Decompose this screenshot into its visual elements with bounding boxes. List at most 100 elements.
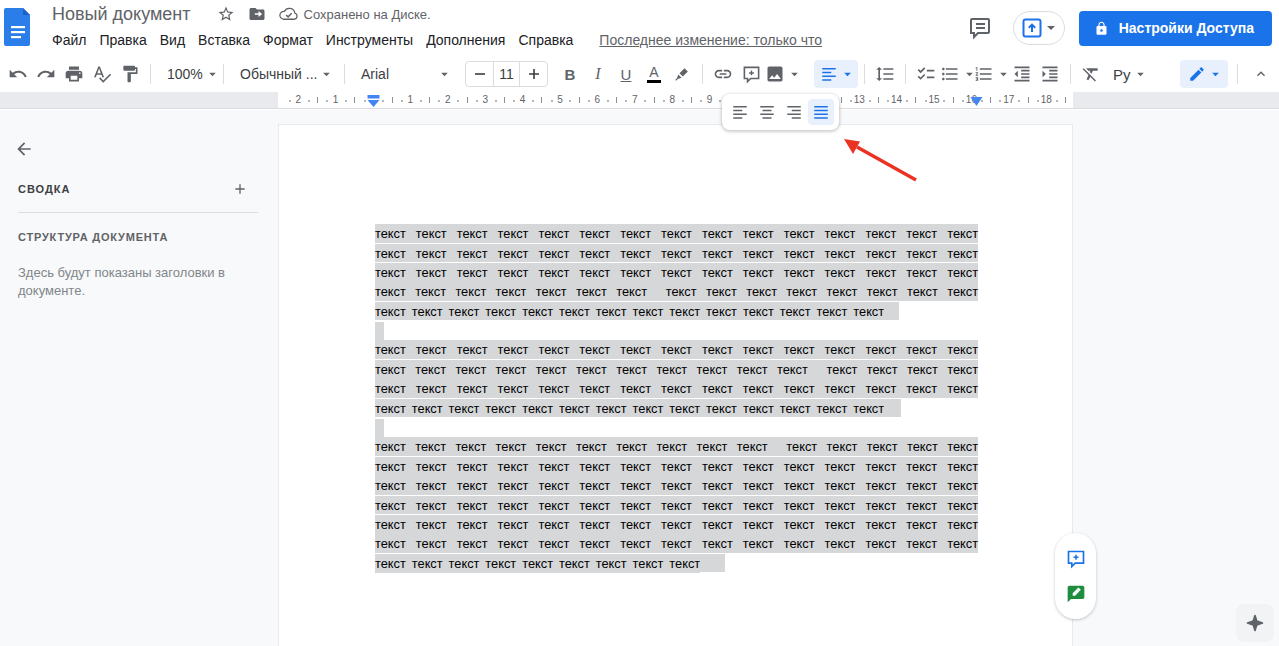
ruler-number: 13 [854, 94, 865, 105]
ruler-dot [962, 100, 964, 102]
increase-indent-button[interactable] [1036, 60, 1064, 88]
print-button[interactable] [60, 60, 88, 88]
menu-addons[interactable]: Дополнения [426, 32, 505, 48]
left-indent-marker[interactable] [366, 95, 381, 108]
underline-button[interactable]: U [612, 60, 640, 88]
saved-status[interactable]: Сохранено на Диске. [279, 7, 431, 22]
close-outline-button[interactable] [14, 139, 34, 163]
ruler-tick [878, 97, 879, 103]
document-line: текст текст текст текст текст текст текс… [375, 476, 978, 495]
bold-button[interactable]: B [556, 60, 584, 88]
ruler-tick [354, 97, 355, 103]
chevron-down-icon [208, 72, 217, 77]
bulleted-list-button[interactable] [940, 60, 974, 88]
alignment-dropdown [722, 94, 839, 130]
zoom-value: 100% [167, 66, 203, 82]
font-value: Arial [361, 66, 389, 82]
menu-format[interactable]: Формат [263, 32, 313, 48]
document-line: текст текст текст текст текст текст текс… [375, 457, 978, 476]
numbered-list-button[interactable] [974, 60, 1008, 88]
add-summary-button[interactable] [232, 181, 248, 197]
document-line: текст текст текст текст текст текст текс… [375, 243, 978, 262]
undo-button[interactable] [4, 60, 32, 88]
ruler[interactable]: 21123456789101112131415161718 [0, 92, 1279, 109]
ruler-dot [663, 100, 665, 102]
document-title[interactable]: Новый документ [52, 4, 191, 25]
menu-file[interactable]: Файл [52, 32, 86, 48]
ruler-number: 9 [707, 94, 713, 105]
add-comment-float-button[interactable] [1066, 549, 1086, 569]
ruler-dot [850, 100, 852, 102]
ruler-dot [326, 100, 328, 102]
insert-link-button[interactable] [709, 60, 737, 88]
font-select[interactable]: Arial [351, 60, 457, 88]
share-settings-button[interactable]: Настройки Доступа [1079, 11, 1272, 46]
ruler-dot [607, 100, 609, 102]
docs-logo[interactable] [4, 8, 32, 50]
decrease-font-size-button[interactable] [466, 62, 493, 86]
document-line: текст текст текст текст текст текст текс… [375, 263, 978, 282]
suggest-edits-button[interactable] [1066, 584, 1086, 604]
clear-formatting-button[interactable] [1077, 60, 1105, 88]
ruler-page-area: 21123456789101112131415161718 [278, 92, 1073, 108]
document-line: текст текст текст текст текст текст текс… [375, 360, 978, 379]
comments-button[interactable] [968, 16, 992, 40]
menu-insert[interactable]: Вставка [198, 32, 250, 48]
google-docs-app: Новый документ Сохранено на Диске. Файл … [0, 0, 1279, 646]
align-center-option[interactable] [754, 99, 780, 125]
increase-font-size-button[interactable] [520, 62, 547, 86]
ruler-dot [532, 100, 534, 102]
add-comment-button[interactable] [737, 60, 765, 88]
document-line: текст текст текст текст текст текст текс… [375, 437, 978, 456]
move-folder-icon[interactable] [248, 5, 266, 23]
highlight-color-button[interactable] [668, 60, 696, 88]
ruler-tick [541, 97, 542, 103]
bulleted-list-icon [940, 64, 960, 84]
align-right-option[interactable] [781, 99, 807, 125]
hide-menus-button[interactable] [1247, 60, 1275, 88]
document-page[interactable]: текст текст текст текст текст текст текс… [278, 124, 1073, 646]
summary-label: СВОДКА [18, 183, 71, 195]
ruler-dot [1056, 100, 1058, 102]
menu-help[interactable]: Справка [518, 32, 573, 48]
decrease-indent-button[interactable] [1008, 60, 1036, 88]
redo-button[interactable] [32, 60, 60, 88]
lock-icon [1094, 20, 1109, 37]
chevron-down-icon [999, 72, 1008, 77]
ruler-dot [1037, 100, 1039, 102]
star-icon[interactable] [217, 5, 235, 23]
align-justify-option[interactable] [808, 99, 834, 125]
last-edit-link[interactable]: Последнее изменение: только что [599, 32, 822, 48]
ruler-tick [392, 97, 393, 103]
input-tools-button[interactable]: Ру [1113, 60, 1145, 88]
document-text[interactable]: текст текст текст текст текст текст текс… [375, 224, 978, 573]
menu-edit[interactable]: Правка [99, 32, 146, 48]
insert-image-button[interactable] [765, 60, 799, 88]
document-line: текст текст текст текст текст текст текс… [375, 495, 978, 514]
text-color-button[interactable]: A [640, 60, 668, 88]
paint-format-button[interactable] [116, 60, 144, 88]
menu-view[interactable]: Вид [160, 32, 185, 48]
document-line: текст текст текст текст текст текст текс… [375, 534, 978, 553]
paragraph-style-value: Обычный ... [240, 66, 317, 82]
right-indent-marker[interactable] [969, 97, 984, 107]
italic-button[interactable]: I [584, 60, 612, 88]
checklist-button[interactable] [912, 60, 940, 88]
explore-button[interactable] [1236, 604, 1274, 642]
align-left-option[interactable] [727, 99, 753, 125]
paragraph-style-select[interactable]: Обычный ... [230, 60, 338, 88]
align-left-icon [820, 65, 838, 83]
align-button[interactable] [814, 60, 858, 88]
zoom-select[interactable]: 100% [157, 60, 217, 88]
font-size-value[interactable]: 11 [493, 62, 520, 86]
spellcheck-button[interactable] [88, 60, 116, 88]
present-button[interactable] [1013, 11, 1065, 45]
editing-mode-button[interactable] [1180, 60, 1228, 88]
cloud-saved-icon [279, 7, 298, 22]
menu-tools[interactable]: Инструменты [326, 32, 413, 48]
line-spacing-button[interactable] [871, 60, 899, 88]
ruler-dot [308, 100, 310, 102]
ruler-dot [644, 100, 646, 102]
ruler-dot [513, 100, 515, 102]
chevron-down-icon [965, 72, 974, 77]
